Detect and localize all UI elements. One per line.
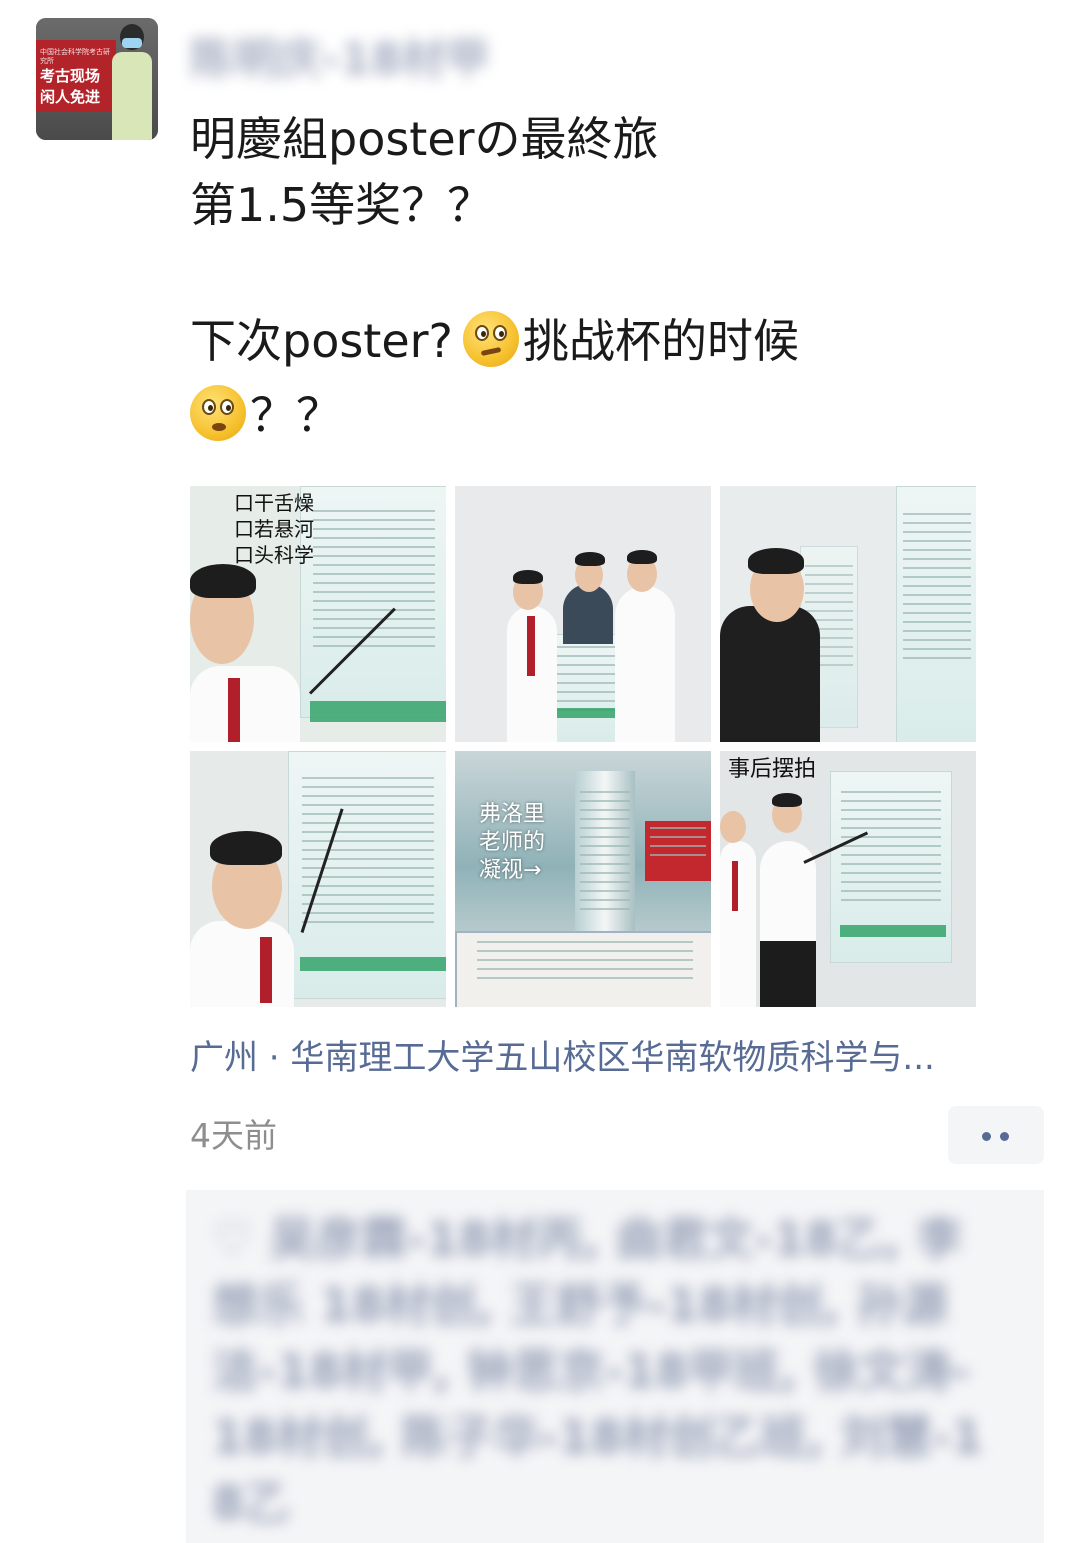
poster-green-band — [840, 925, 946, 937]
photo-grid: 口干舌燥 口若悬河 口头科学 弗洛里 老师的 凝视→ 事后摆拍 — [190, 486, 976, 1007]
red-box — [645, 821, 711, 881]
post-content: 明慶組posterの最終旅 第1.5等奖？？ 下次poster? 挑战杯的时候 ？… — [190, 106, 1050, 448]
avatar-person — [112, 24, 152, 140]
author-nickname[interactable]: 陈明庆-18材甲 — [190, 34, 490, 86]
post-content-line-1: 明慶組posterの最終旅 — [190, 112, 659, 166]
poster-green-band — [300, 957, 446, 971]
likes-panel: ♡ 吴彦霖-18材丙, 曲君文-18乙, 李想乐 18材创, 王舒予-18材创,… — [186, 1190, 1044, 1543]
photo-6[interactable]: 事后摆拍 — [720, 751, 976, 1007]
thinking-face-emoji — [462, 311, 519, 367]
photo-3[interactable] — [720, 486, 976, 742]
person-tie — [527, 616, 535, 676]
photo-5[interactable]: 弗洛里 老师的 凝视→ — [455, 751, 711, 1007]
post-content-line-4-end: ？？ — [250, 388, 342, 442]
person-shirt — [190, 666, 300, 742]
more-dot-icon — [982, 1132, 991, 1141]
photo-1[interactable]: 口干舌燥 口若悬河 口头科学 — [190, 486, 446, 742]
person-shirt-left — [720, 841, 756, 1007]
person-hair — [210, 831, 282, 865]
avatar-sign-line2: 闲人免进 — [40, 88, 101, 106]
person-shirt — [720, 606, 820, 742]
certificate — [455, 931, 711, 1007]
avatar-sign: 中国社会科学院考古研究所 考古现场 闲人免进 — [36, 40, 116, 112]
person-shirt-right — [615, 586, 675, 742]
person-tie — [228, 678, 240, 742]
more-dot-icon — [1000, 1132, 1009, 1141]
person-hair-right — [772, 793, 802, 807]
photo-caption: 弗洛里 老师的 凝视→ — [479, 802, 546, 883]
person-hair-left — [513, 570, 543, 584]
person-shirt-middle — [563, 584, 613, 644]
person-trousers — [760, 941, 816, 1007]
post-content-line-3-end: 挑战杯的时候 — [522, 314, 799, 368]
location-link[interactable]: 广州 · 华南理工大学五山校区华南软物质科学与... — [190, 1032, 1050, 1084]
post-content-line-3: 下次poster? 挑战杯的时候 — [190, 308, 1050, 374]
poster — [896, 486, 976, 742]
post-content-line-3-start: 下次poster? — [190, 314, 453, 368]
photo-caption: 口干舌燥 口若悬河 口头科学 — [234, 491, 314, 567]
post-content-line-4: ？？ — [190, 382, 1050, 448]
person-hair-right — [627, 550, 657, 564]
post-content-blank-line — [190, 238, 1050, 308]
avatar-sign-small-text: 中国社会科学院考古研究所 — [40, 48, 110, 65]
person-tie — [732, 861, 738, 911]
avatar-person-mask — [122, 38, 142, 48]
surprised-face-emoji — [190, 385, 246, 441]
person-face-left — [720, 811, 746, 843]
person-hair — [190, 564, 256, 598]
avatar-sign-line1: 考古现场 — [40, 67, 101, 85]
likes-list[interactable]: ♡ 吴彦霖-18材丙, 曲君文-18乙, 李想乐 18材创, 王舒予-18材创,… — [212, 1206, 1002, 1536]
more-actions-button[interactable] — [948, 1106, 1044, 1164]
person-tie — [260, 937, 272, 1003]
photo-caption: 事后摆拍 — [728, 757, 817, 782]
post-content-line-2: 第1.5等奖？？ — [190, 178, 494, 232]
person-shirt — [190, 921, 294, 1007]
post-time: 4天前 — [190, 1116, 277, 1155]
poster-green-band — [310, 701, 446, 722]
photo-2[interactable] — [455, 486, 711, 742]
person-hair-middle — [575, 552, 605, 566]
person-hair — [748, 548, 804, 574]
photo-4[interactable] — [190, 751, 446, 1007]
avatar-person-torso — [112, 52, 152, 140]
avatar[interactable]: 中国社会科学院考古研究所 考古现场 闲人免进 — [36, 18, 158, 140]
